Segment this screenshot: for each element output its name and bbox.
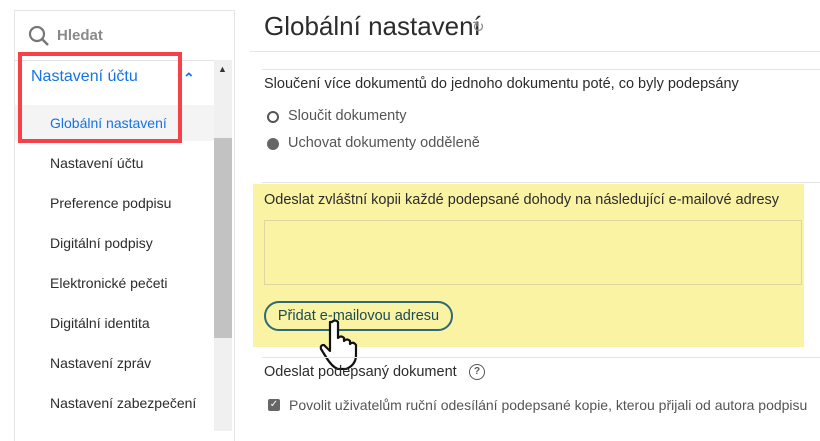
copy-heading: Odeslat zvláštní kopii každé podepsané d… (264, 192, 780, 208)
sidebar-item-message-settings[interactable]: Nastavení zpráv (50, 355, 151, 371)
radio-merge-label[interactable]: Sloučit dokumenty (288, 108, 406, 124)
radio-keep-separate[interactable] (267, 138, 279, 150)
page-title: Globální nastavení (264, 11, 481, 41)
divider (262, 182, 820, 183)
scroll-up-arrow-icon[interactable]: ▲ (218, 64, 227, 74)
sidebar-item-account-settings[interactable]: Nastavení účtu (50, 155, 143, 171)
help-icon[interactable]: ? (469, 364, 485, 380)
chevron-up-icon[interactable]: ⌃ (183, 70, 195, 87)
merge-heading: Sloučení více dokumentů do jednoho dokum… (264, 76, 739, 92)
highlight-annotation-box (18, 52, 182, 143)
search-icon (28, 25, 49, 46)
radio-keep-separate-label[interactable]: Uchovat dokumenty odděleně (288, 135, 480, 151)
refresh-icon[interactable]: ↻ (472, 18, 485, 36)
sidebar-item-signature-preferences[interactable]: Preference podpisu (50, 195, 171, 211)
sidebar-item-digital-signatures[interactable]: Digitální podpisy (50, 235, 153, 251)
sidebar-item-digital-identity[interactable]: Digitální identita (50, 315, 150, 331)
hand-cursor-icon (319, 319, 358, 370)
divider (250, 51, 820, 52)
allow-manual-send-label[interactable]: Povolit uživatelům ruční odesílání podep… (289, 397, 807, 413)
send-heading: Odeslat podepsaný dokument (264, 364, 457, 380)
divider (262, 357, 820, 358)
radio-merge[interactable] (267, 111, 279, 123)
email-addresses-field[interactable] (264, 220, 802, 285)
sidebar-item-electronic-seals[interactable]: Elektronické pečeti (50, 275, 168, 291)
search-input[interactable]: Hledat (57, 27, 103, 44)
divider (262, 69, 820, 70)
sidebar-item-security-settings[interactable]: Nastavení zabezpečení (50, 395, 196, 411)
scrollbar-thumb[interactable] (214, 138, 232, 338)
allow-manual-send-checkbox[interactable]: ✓ (268, 399, 280, 411)
